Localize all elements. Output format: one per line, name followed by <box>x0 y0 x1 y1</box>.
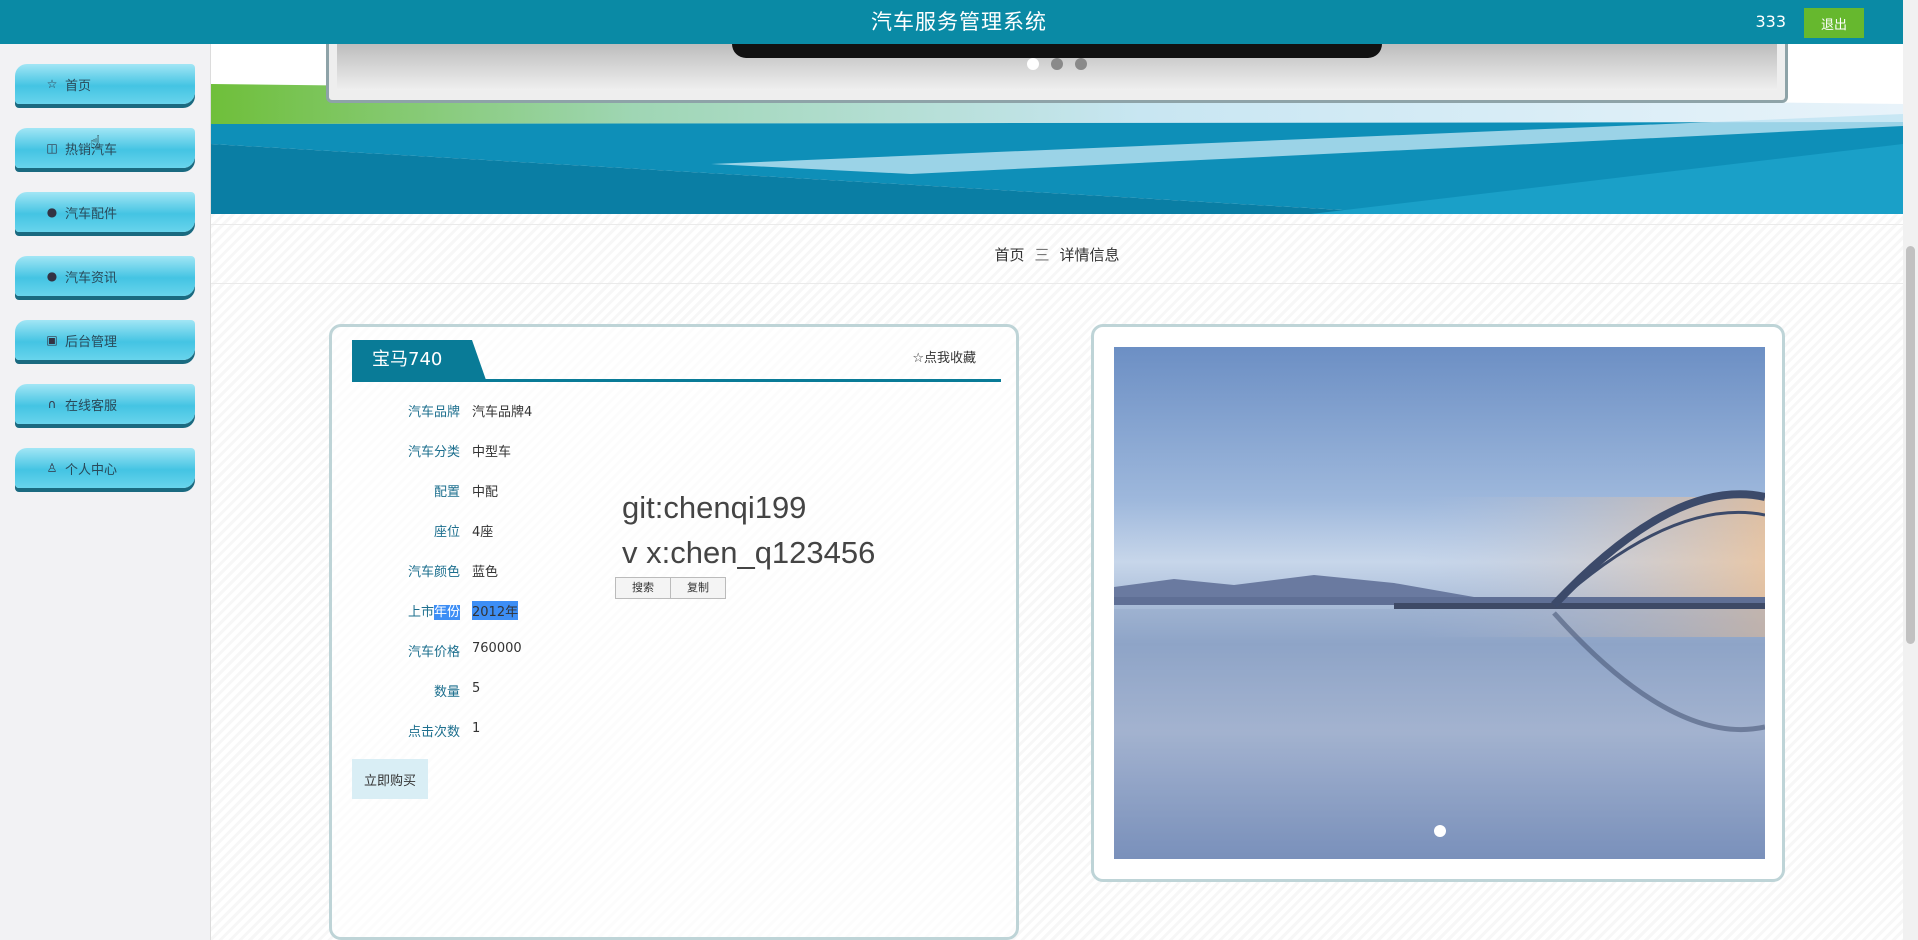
info-icon: ● <box>46 205 58 219</box>
field-clicks: 点击次数 1 <box>352 721 952 741</box>
breadcrumb-current: 详情信息 <box>1059 245 1120 264</box>
field-label: 汽车分类 <box>407 445 460 460</box>
hand-cursor-icon: ☝ <box>90 132 101 153</box>
field-value: 4座 <box>472 525 494 540</box>
detail-card: 宝马740 ☆点我收藏 汽车品牌 汽车品牌4 汽车分类 中型车 配置 中配 座位… <box>329 324 1019 940</box>
field-year: 上市年份 2012年 <box>352 601 952 621</box>
store-icon: ▣ <box>46 333 58 347</box>
bridge-landscape <box>1114 490 1765 859</box>
sidebar-item-label: 汽车配件 <box>65 206 118 222</box>
field-label: 配置 <box>433 485 460 500</box>
sidebar-item-label: 在线客服 <box>65 398 118 414</box>
question-icon: ● <box>46 269 58 283</box>
overlay-line-1: git:chenqi199 <box>622 490 807 525</box>
buy-now-button[interactable]: 立即购买 <box>352 759 428 799</box>
field-brand: 汽车品牌 汽车品牌4 <box>352 401 952 421</box>
slide-image <box>337 44 1777 90</box>
overlay-line-2: v x:chen_q123456 <box>622 535 876 570</box>
scrollbar-thumb[interactable] <box>1906 246 1915 644</box>
search-button[interactable]: 搜索 <box>615 577 671 599</box>
sidebar: ☆ 首页 ◫ 热销汽车 ● 汽车配件 ● 汽车资讯 ▣ 后台管理 ∩ 在线客服 … <box>0 44 211 940</box>
field-label: 汽车价格 <box>407 645 460 660</box>
field-label: 数量 <box>433 685 460 700</box>
star-icon: ☆ <box>46 77 58 91</box>
sidebar-item-parts[interactable]: ● 汽车配件 <box>15 192 195 232</box>
field-category: 汽车分类 中型车 <box>352 441 952 461</box>
product-title: 宝马740 <box>352 340 486 380</box>
field-value: 2012年 <box>472 601 519 620</box>
banner <box>211 44 1903 214</box>
sidebar-item-home[interactable]: ☆ 首页 <box>15 64 195 104</box>
breadcrumb: 首页 三 详情信息 <box>211 224 1903 284</box>
field-label: 上市年份 <box>408 601 460 620</box>
user-icon: ♙ <box>46 461 58 475</box>
sidebar-item-support[interactable]: ∩ 在线客服 <box>15 384 195 424</box>
favorite-link[interactable]: ☆点我收藏 <box>912 347 976 366</box>
app-title: 汽车服务管理系统 <box>871 10 1047 34</box>
headset-icon: ∩ <box>47 397 57 411</box>
username: 333 <box>1755 12 1786 31</box>
field-value: 汽车品牌4 <box>472 405 533 420</box>
field-value: 中配 <box>472 485 499 500</box>
bag-icon: ◫ <box>46 141 58 155</box>
sidebar-item-profile[interactable]: ♙ 个人中心 <box>15 448 195 488</box>
field-quantity: 数量 5 <box>352 681 952 701</box>
field-label: 汽车颜色 <box>407 565 460 580</box>
breadcrumb-separator: 三 <box>1034 245 1050 264</box>
field-value: 5 <box>472 681 481 696</box>
slider-frame <box>326 44 1788 103</box>
product-photo <box>1114 347 1765 859</box>
slider-dot[interactable] <box>1051 57 1063 70</box>
slider-dots <box>337 56 1777 71</box>
sidebar-item-label: 汽车资讯 <box>65 270 118 286</box>
sidebar-item-news[interactable]: ● 汽车资讯 <box>15 256 195 296</box>
sidebar-item-label: 首页 <box>65 78 92 94</box>
field-label-plain: 上市 <box>407 605 434 620</box>
slider-dot[interactable] <box>1026 57 1039 70</box>
carousel-dot[interactable] <box>1433 825 1446 837</box>
selected-text: 年份 <box>433 605 460 620</box>
slider-dot[interactable] <box>1075 57 1088 70</box>
field-value: 760000 <box>472 641 522 656</box>
title-underline <box>352 379 1001 382</box>
field-label: 汽车品牌 <box>407 405 460 420</box>
sidebar-item-label: 后台管理 <box>65 334 118 350</box>
scrollbar[interactable] <box>1903 0 1918 940</box>
sidebar-item-hot-cars[interactable]: ◫ 热销汽车 <box>15 128 195 168</box>
breadcrumb-home[interactable]: 首页 <box>994 244 1024 265</box>
field-price: 汽车价格 760000 <box>352 641 952 661</box>
field-label: 点击次数 <box>407 725 460 740</box>
top-header: 汽车服务管理系统 333 退出 <box>0 0 1918 44</box>
image-card <box>1091 324 1785 882</box>
field-value: 1 <box>472 721 481 736</box>
logout-button[interactable]: 退出 <box>1804 8 1864 38</box>
sidebar-item-admin[interactable]: ▣ 后台管理 <box>15 320 195 360</box>
field-label: 座位 <box>433 525 460 540</box>
field-value: 蓝色 <box>472 565 499 580</box>
sidebar-item-label: 个人中心 <box>65 462 118 478</box>
field-value: 中型车 <box>472 445 512 460</box>
selection-popup: 搜索 复制 <box>615 577 726 599</box>
copy-button[interactable]: 复制 <box>670 577 726 599</box>
